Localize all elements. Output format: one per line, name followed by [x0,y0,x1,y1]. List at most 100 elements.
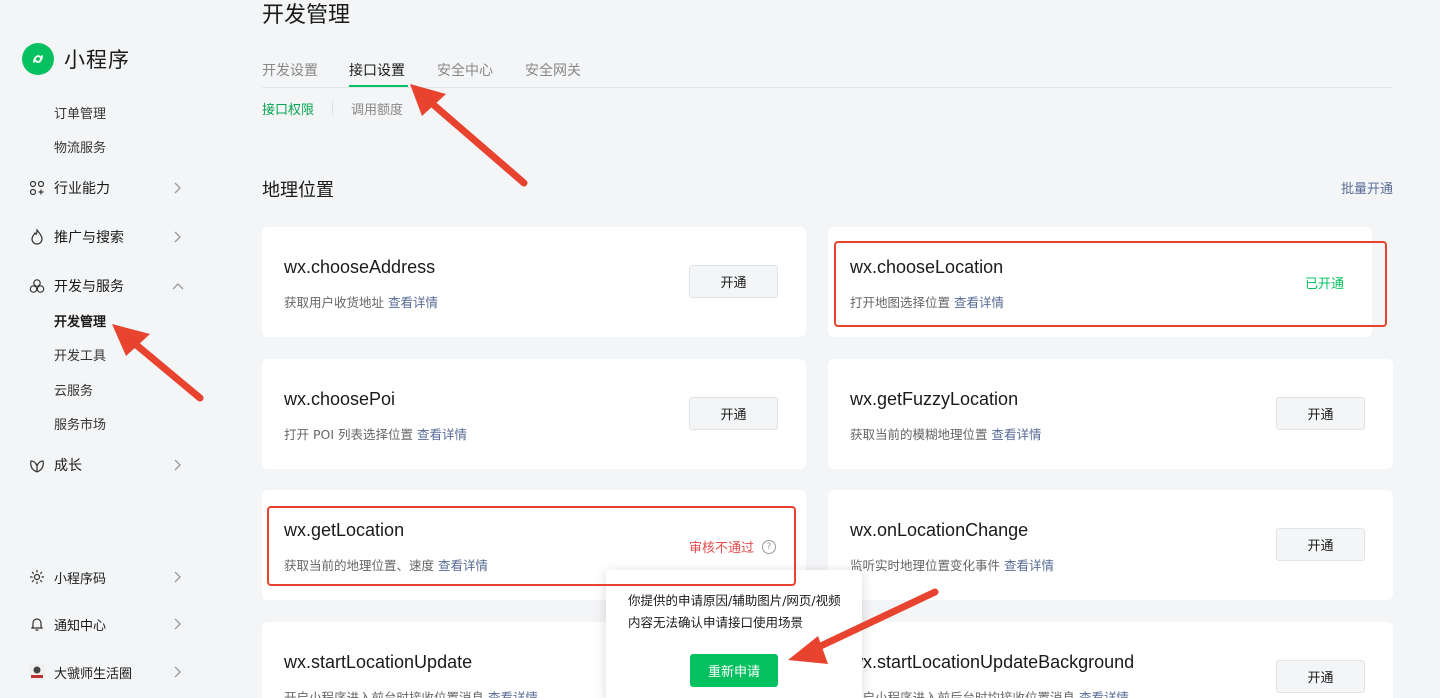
api-name: wx.choosePoi [284,389,396,409]
sidebar-group-label: 成长 [54,458,82,474]
status-rejected: 审核不通过 ? [689,537,776,556]
api-description: 监听实时地理位置变化事件 查看详情 [850,555,1054,574]
page-title: 开发管理 [262,3,351,28]
enable-button[interactable]: 开通 [1276,528,1365,561]
api-description: 开启小程序进入前后台时均接收位置消息 查看详情 [850,687,1129,698]
sidebar-item-orders[interactable]: 订单管理 [54,105,106,125]
api-description: 获取用户收货地址 查看详情 [284,292,438,311]
api-name: wx.startLocationUpdate [284,652,473,672]
tab-api-settings[interactable]: 接口设置 [349,60,405,86]
bell-icon [28,615,46,633]
chevron-right-icon [172,459,184,471]
tab-security-gateway[interactable]: 安全网关 [525,60,581,86]
sidebar-item-qrcode[interactable]: 小程序码 [28,565,184,589]
sidebar-group-label: 行业能力 [54,181,110,197]
api-name: wx.getLocation [284,520,405,540]
industry-icon [28,179,46,197]
qrcode-icon [28,568,46,586]
view-details-link[interactable]: 查看详情 [1079,690,1129,698]
chevron-right-icon [172,618,184,630]
view-details-link[interactable]: 查看详情 [488,690,538,698]
rejection-popover: 你提供的申请原因/辅助图片/网页/视频内容无法确认申请接口使用场景 重新申请 [606,570,862,698]
view-details-link[interactable]: 查看详情 [954,295,1004,310]
enable-button[interactable]: 开通 [1276,397,1365,430]
view-details-link[interactable]: 查看详情 [388,295,438,310]
arrow-to-api-tab [410,84,528,187]
subtab-call-quota[interactable]: 调用额度 [351,99,403,118]
view-details-link[interactable]: 查看详情 [992,427,1042,442]
sidebar-item-notifications[interactable]: 通知中心 [28,612,184,636]
promotion-icon [28,228,46,246]
sidebar-group-industry[interactable]: 行业能力 [28,176,184,200]
brand-name: 小程序 [64,48,130,72]
sidebar-item-account[interactable]: 大虢师生活圈 [28,660,184,684]
enable-button[interactable]: 开通 [689,265,778,298]
sidebar-item-dev-management[interactable]: 开发管理 [54,313,106,333]
api-description: 打开 POI 列表选择位置 查看详情 [284,424,467,443]
api-name: wx.startLocationUpdateBackground [850,652,1135,672]
sidebar-item-label: 通知中心 [54,618,107,634]
sidebar-item-market[interactable]: 服务市场 [54,416,106,436]
miniprogram-logo-icon [22,43,54,75]
sidebar-group-promotion[interactable]: 推广与搜索 [28,225,184,249]
sidebar-group-label: 推广与搜索 [54,230,124,246]
status-rejected-label: 审核不通过 [688,541,754,556]
enable-button[interactable]: 开通 [689,397,778,430]
api-description: 获取当前的地理位置、速度 查看详情 [284,555,488,574]
api-name: wx.getFuzzyLocation [850,389,1019,409]
api-card-choose-poi: wx.choosePoi 打开 POI 列表选择位置 查看详情 开通 [262,359,806,469]
api-desc-text: 获取当前的地理位置、速度 [284,558,435,573]
api-desc-text: 监听实时地理位置变化事件 [850,558,1001,573]
api-description: 开启小程序进入前台时接收位置消息 查看详情 [284,687,538,698]
sidebar-group-label: 开发与服务 [54,279,124,295]
tab-bar: 开发设置 接口设置 安全中心 安全网关 [262,56,1393,88]
view-details-link[interactable]: 查看详情 [1004,558,1054,573]
sidebar: 小程序 订单管理 物流服务 行业能力 推广与搜索 开发与服务 开发管理 开发工具… [0,0,208,698]
api-description: 获取当前的模糊地理位置 查看详情 [850,424,1042,443]
sidebar-item-cloud[interactable]: 云服务 [54,382,93,402]
chevron-up-icon [172,280,184,292]
chevron-right-icon [172,666,184,678]
batch-enable-link[interactable]: 批量开通 [1341,178,1393,197]
reapply-button[interactable]: 重新申请 [690,654,778,687]
api-name: wx.chooseAddress [284,257,436,277]
tab-dev-settings[interactable]: 开发设置 [262,60,318,86]
question-icon[interactable]: ? [762,539,776,554]
brand: 小程序 [22,42,130,76]
subtab-bar: 接口权限 调用额度 [262,98,403,118]
avatar [28,663,46,681]
api-desc-text: 开启小程序进入前台时接收位置消息 [284,690,485,698]
api-description: 打开地图选择位置 查看详情 [850,292,1004,311]
api-card-choose-location: wx.chooseLocation 打开地图选择位置 查看详情 已开通 [828,227,1372,337]
sidebar-group-dev-service[interactable]: 开发与服务 [28,274,184,298]
rejection-reason: 你提供的申请原因/辅助图片/网页/视频内容无法确认申请接口使用场景 [628,593,841,630]
enable-button[interactable]: 开通 [1276,660,1365,693]
subtab-api-permissions[interactable]: 接口权限 [262,99,314,118]
tab-security-center[interactable]: 安全中心 [437,60,493,86]
dev-service-icon [28,277,46,295]
sidebar-group-growth[interactable]: 成长 [28,453,184,477]
view-details-link[interactable]: 查看详情 [438,558,488,573]
sidebar-item-label: 大虢师生活圈 [54,666,133,682]
api-card-choose-address: wx.chooseAddress 获取用户收货地址 查看详情 开通 [262,227,806,337]
chevron-right-icon [172,182,184,194]
subtab-divider [332,101,334,115]
view-details-link[interactable]: 查看详情 [417,427,467,442]
growth-icon [28,456,46,474]
sidebar-item-label: 小程序码 [54,571,107,587]
chevron-right-icon [172,231,184,243]
status-enabled: 已开通 [1304,277,1344,292]
api-name: wx.chooseLocation [850,257,1004,277]
api-card-start-location-update-background: wx.startLocationUpdateBackground 开启小程序进入… [828,622,1393,698]
sidebar-item-dev-tools[interactable]: 开发工具 [54,347,106,367]
active-tab-indicator [349,85,408,87]
sidebar-item-logistics[interactable]: 物流服务 [54,139,106,159]
api-desc-text: 获取用户收货地址 [284,295,385,310]
api-name: wx.onLocationChange [850,520,1029,540]
api-desc-text: 打开地图选择位置 [850,295,951,310]
api-desc-text: 获取当前的模糊地理位置 [850,427,988,442]
api-desc-text: 打开 POI 列表选择位置 [284,427,414,442]
api-card-get-fuzzy-location: wx.getFuzzyLocation 获取当前的模糊地理位置 查看详情 开通 [828,359,1393,469]
api-card-on-location-change: wx.onLocationChange 监听实时地理位置变化事件 查看详情 开通 [828,490,1393,600]
chevron-right-icon [172,571,184,583]
